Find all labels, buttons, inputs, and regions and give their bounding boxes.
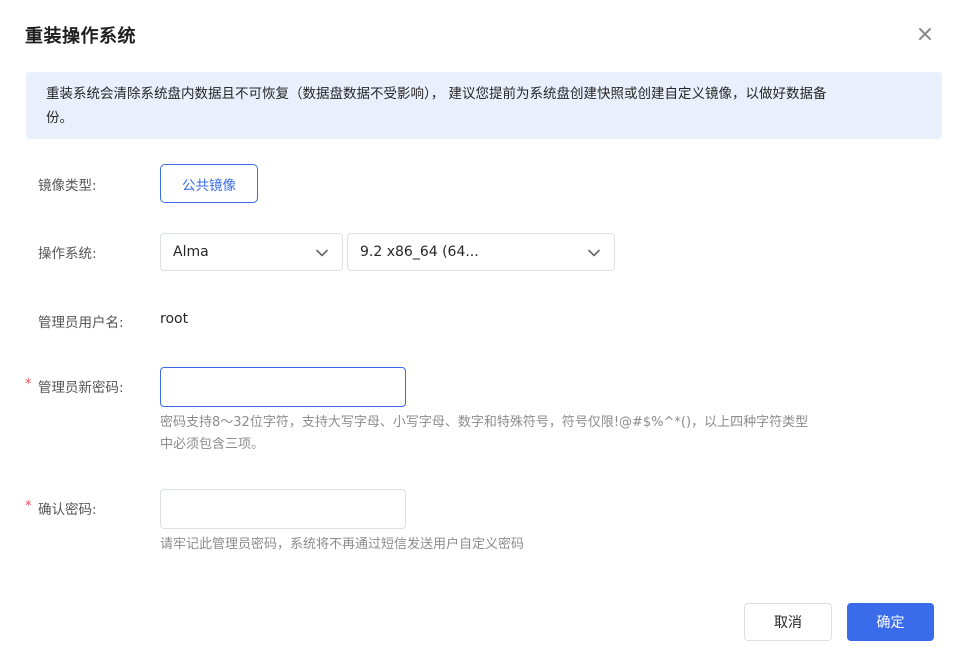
confirm-password-label: 确认密码: [38, 502, 97, 518]
reinstall-os-dialog: 重装操作系统 重装系统会清除系统盘内数据且不可恢复（数据盘数据不受影响）， 建议… [0, 0, 960, 665]
admin-user-label: 管理员用户名: [38, 315, 124, 331]
notice-line-2: 份。 [46, 110, 73, 126]
new-password-label: 管理员新密码: [38, 380, 124, 396]
password-rule-line-1: 密码支持8～32位字符，支持大写字母、小写字母、数字和特殊符号，符号仅限!@#$… [160, 415, 809, 430]
os-version-select[interactable]: 9.2 x86_64 (64... [347, 233, 615, 271]
dialog-title: 重装操作系统 [25, 26, 136, 47]
os-distro-value: Alma [173, 244, 209, 260]
os-distro-select[interactable]: Alma [160, 233, 343, 271]
new-password-input[interactable] [160, 367, 406, 407]
image-type-label: 镜像类型: [38, 178, 97, 194]
close-icon[interactable] [915, 24, 935, 44]
password-rule-hint: 密码支持8～32位字符，支持大写字母、小写字母、数字和特殊符号，符号仅限!@#$… [160, 412, 808, 456]
required-mark: * [25, 499, 32, 514]
confirm-password-input[interactable] [160, 489, 406, 529]
cancel-button[interactable]: 取消 [744, 603, 832, 641]
os-label: 操作系统: [38, 246, 97, 262]
notice-line-1: 重装系统会清除系统盘内数据且不可恢复（数据盘数据不受影响）， 建议您提前为系统盘… [46, 86, 827, 102]
chevron-down-icon [314, 245, 330, 261]
password-rule-line-2: 中必须包含三项。 [160, 437, 265, 452]
confirm-button[interactable]: 确定 [847, 603, 934, 641]
confirm-password-hint: 请牢记此管理员密码，系统将不再通过短信发送用户自定义密码 [160, 537, 525, 552]
chevron-down-icon [586, 245, 602, 261]
required-mark: * [25, 377, 32, 392]
admin-user-value: root [160, 311, 189, 327]
public-image-button[interactable]: 公共镜像 [160, 164, 258, 203]
os-version-value: 9.2 x86_64 (64... [360, 244, 479, 260]
warning-notice: 重装系统会清除系统盘内数据且不可恢复（数据盘数据不受影响）， 建议您提前为系统盘… [26, 72, 942, 139]
